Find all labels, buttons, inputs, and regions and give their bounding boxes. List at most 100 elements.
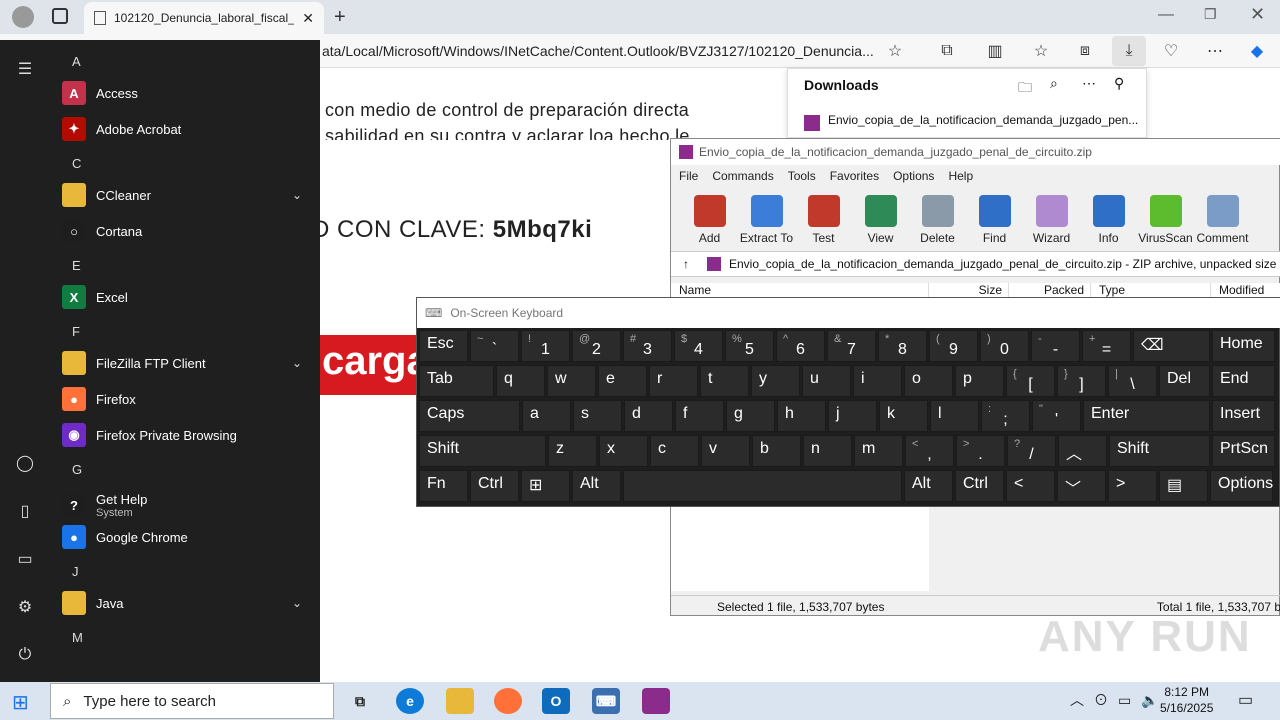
tool-info[interactable]: Info [1080,187,1137,249]
key[interactable]: ) 0 [980,330,1029,362]
menu-item[interactable]: Commands [712,169,773,183]
menu-item[interactable]: Favorites [830,169,879,183]
key[interactable]: j [828,400,877,432]
menu-item[interactable]: Tools [788,169,816,183]
key[interactable]: w [547,365,596,397]
settings-gear-icon[interactable]: ⚙ [14,596,36,618]
key[interactable]: k [879,400,928,432]
key[interactable]: $4 [674,330,723,362]
key[interactable]: + = [1082,330,1131,362]
key[interactable]: d [624,400,673,432]
app-access[interactable]: A Access [62,76,310,110]
key[interactable]: & 7 [827,330,876,362]
key[interactable]: b [752,435,801,467]
key[interactable]: c [650,435,699,467]
section-letter[interactable]: M [72,630,83,645]
key[interactable]: ^ 6 [776,330,825,362]
key[interactable]: ! 1 [521,330,570,362]
section-letter[interactable]: J [72,564,79,579]
key[interactable]: p [955,365,1004,397]
performance-icon[interactable]: ♡ [1160,40,1182,62]
windows-start-icon[interactable]: ⊞ [12,690,29,715]
favorite-star-icon[interactable]: ☆ [884,40,906,62]
key[interactable]: y [751,365,800,397]
file-explorer-taskbar-icon[interactable] [446,688,474,714]
system-tray-icons[interactable]: ︿⊙▭🔈 [1070,690,1169,710]
section-letter[interactable]: A [72,54,81,69]
close-window-button[interactable]: ✕ [1250,4,1265,25]
key[interactable]: (9 [929,330,978,362]
key[interactable]: u [802,365,851,397]
key[interactable]: s [573,400,622,432]
key[interactable]: Insert [1212,400,1275,432]
menu-item[interactable]: File [679,169,698,183]
key[interactable]: -- [1031,330,1080,362]
key[interactable]: >. [956,435,1005,467]
tool-extract-to[interactable]: Extract To [738,187,795,249]
download-item[interactable]: Envio_copia_de_la_notificacion_demanda_j… [828,113,1138,127]
new-tab-button[interactable]: + [334,6,346,29]
app-adobe-acrobat[interactable]: ✦ Adobe Acrobat [62,112,310,146]
key[interactable]: Options [1210,470,1273,502]
key[interactable]: z [548,435,597,467]
key[interactable]: m [854,435,903,467]
app-get-help[interactable]: ? Get Help System [62,488,310,522]
notifications-icon[interactable]: ▭ [1238,690,1253,710]
tool-add[interactable]: Add [681,187,738,249]
key[interactable]: v [701,435,750,467]
key[interactable]: q [496,365,545,397]
extensions-icon[interactable]: ⧉ [936,40,958,62]
key[interactable]: Esc [419,330,468,362]
winrar-taskbar-icon[interactable] [642,688,670,714]
pictures-icon[interactable]: ▭ [14,548,36,570]
key[interactable]: ⊞ [521,470,570,502]
key[interactable]: h [777,400,826,432]
key[interactable] [623,470,902,502]
key[interactable]: i [853,365,902,397]
key[interactable]: | \ [1108,365,1157,397]
key[interactable]: > [1108,470,1157,502]
key[interactable]: }] [1057,365,1106,397]
menu-item[interactable]: Options [893,169,934,183]
key[interactable]: Enter [1083,400,1210,432]
chevron-down-icon[interactable]: ⌄ [292,356,302,370]
pin-icon[interactable]: ⚲ [1114,75,1124,92]
key[interactable]: ~ ` [470,330,519,362]
key[interactable]: Alt [572,470,621,502]
tool-comment[interactable]: Comment [1194,187,1251,249]
key[interactable]: {[ [1006,365,1055,397]
minimize-button[interactable]: — [1158,6,1174,24]
split-screen-icon[interactable]: ▥ [984,40,1006,62]
tool-delete[interactable]: Delete [909,187,966,249]
app-google-chrome[interactable]: ● Google Chrome [62,520,310,554]
tool-virusscan[interactable]: VirusScan [1137,187,1194,249]
key[interactable]: Del [1159,365,1210,397]
key[interactable]: < [1006,470,1055,502]
key[interactable]: Alt [904,470,953,502]
key[interactable]: Shift [419,435,546,467]
key[interactable]: ﹀ [1057,470,1106,502]
key[interactable]: Shift [1109,435,1210,467]
favorites-icon[interactable]: ☆ [1030,40,1052,62]
section-letter[interactable]: F [72,324,80,339]
tab-actions-icon[interactable] [52,8,68,24]
menu-item[interactable]: Help [948,169,973,183]
app-ccleaner[interactable]: CCleaner ⌄ [62,178,310,212]
key[interactable]: #3 [623,330,672,362]
key[interactable]: * 8 [878,330,927,362]
key[interactable]: PrtScn [1212,435,1275,467]
key[interactable]: a [522,400,571,432]
outlook-taskbar-icon[interactable]: O [542,688,570,714]
key[interactable]: o [904,365,953,397]
key[interactable]: Tab [419,365,494,397]
power-icon[interactable]: ⏻ [14,644,36,666]
key[interactable]: :; [981,400,1030,432]
up-arrow-icon[interactable]: ↑ [683,257,689,271]
key[interactable]: Caps [419,400,520,432]
open-folder-icon[interactable]: 🗀 [1018,77,1032,101]
download-button[interactable]: carga [320,335,420,395]
downloads-icon[interactable]: ⤓ [1112,36,1146,66]
edge-taskbar-icon[interactable]: e [396,688,424,714]
address-bar[interactable]: ata/Local/Microsoft/Windows/INetCache/Co… [322,43,874,59]
key[interactable]: x [599,435,648,467]
